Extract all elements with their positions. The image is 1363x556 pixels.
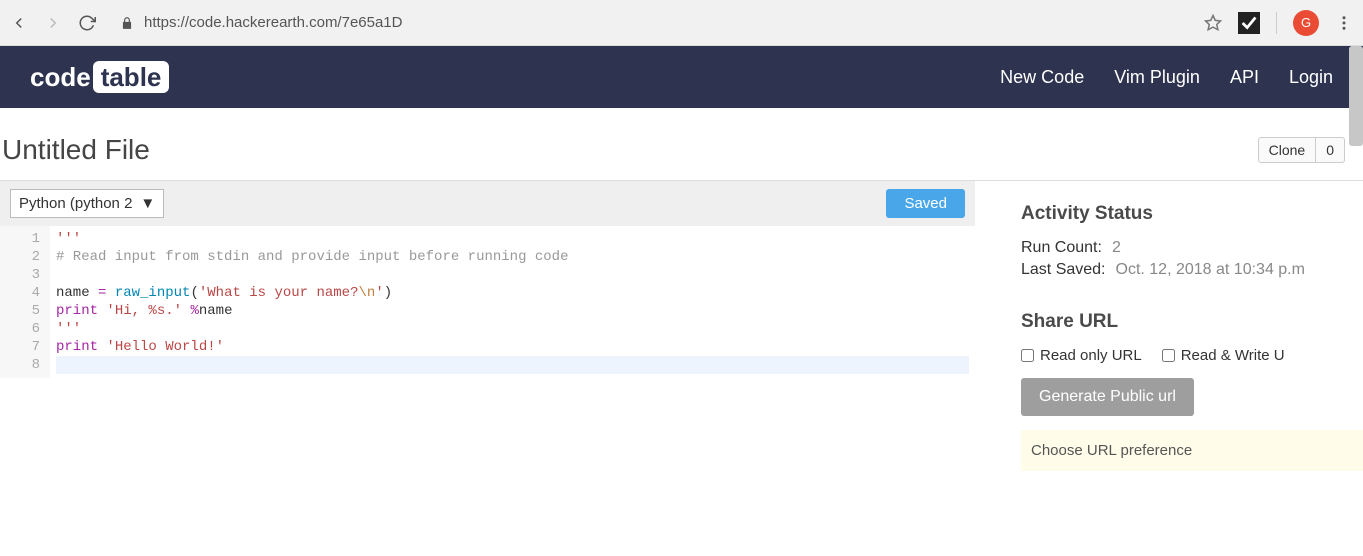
run-count-label: Run Count: xyxy=(1021,239,1102,257)
star-icon[interactable] xyxy=(1204,14,1222,32)
clone-button[interactable]: Clone 0 xyxy=(1258,137,1345,163)
share-heading: Share URL xyxy=(1021,311,1363,333)
logo-text-a: code xyxy=(30,62,91,92)
url-text: https://code.hackerearth.com/7e65a1D xyxy=(144,14,403,31)
browser-toolbar: https://code.hackerearth.com/7e65a1D G xyxy=(0,0,1363,46)
back-icon[interactable] xyxy=(10,14,28,32)
readwrite-label: Read & Write U xyxy=(1181,347,1285,364)
code-line[interactable]: print 'Hi, %s.' %name xyxy=(56,302,969,320)
line-number: 1 xyxy=(10,230,40,248)
line-gutter: 12345678 xyxy=(0,226,50,378)
divider xyxy=(1276,12,1277,34)
address-bar[interactable]: https://code.hackerearth.com/7e65a1D xyxy=(110,8,1190,38)
line-number: 6 xyxy=(10,320,40,338)
clone-count: 0 xyxy=(1315,138,1344,162)
readonly-option[interactable]: Read only URL xyxy=(1021,347,1142,364)
share-notice: Choose URL preference xyxy=(1021,430,1363,471)
code-line[interactable]: ''' xyxy=(56,320,969,338)
title-row: Untitled File Clone 0 xyxy=(0,108,1363,181)
line-number: 4 xyxy=(10,284,40,302)
profile-avatar[interactable]: G xyxy=(1293,10,1319,36)
saved-badge: Saved xyxy=(886,189,965,218)
last-saved-value: Oct. 12, 2018 at 10:34 p.m xyxy=(1116,261,1305,279)
nav-new-code[interactable]: New Code xyxy=(1000,67,1084,88)
menu-icon[interactable] xyxy=(1335,14,1353,32)
code-line[interactable] xyxy=(56,266,969,284)
line-number: 3 xyxy=(10,266,40,284)
editor-toolbar: Python (python 2 ▼ Saved xyxy=(0,181,975,226)
sidebar: Activity Status Run Count: 2 Last Saved:… xyxy=(975,181,1363,471)
header-nav: New Code Vim Plugin API Login xyxy=(1000,67,1333,88)
extension-icon[interactable] xyxy=(1238,12,1260,34)
code-area[interactable]: '''# Read input from stdin and provide i… xyxy=(50,226,975,378)
forward-icon[interactable] xyxy=(44,14,62,32)
logo-text-b: table xyxy=(93,61,170,93)
readwrite-checkbox[interactable] xyxy=(1162,349,1175,362)
file-title[interactable]: Untitled File xyxy=(2,134,150,166)
code-line[interactable]: name = raw_input('What is your name?\n') xyxy=(56,284,969,302)
line-number: 2 xyxy=(10,248,40,266)
app-header: codetable New Code Vim Plugin API Login xyxy=(0,46,1363,108)
readonly-checkbox[interactable] xyxy=(1021,349,1034,362)
language-select[interactable]: Python (python 2 ▼ xyxy=(10,189,164,218)
activity-heading: Activity Status xyxy=(1021,203,1363,225)
code-line[interactable] xyxy=(56,356,969,374)
code-editor[interactable]: 12345678 '''# Read input from stdin and … xyxy=(0,226,975,378)
chevron-down-icon: ▼ xyxy=(140,195,155,212)
line-number: 8 xyxy=(10,356,40,374)
viewport-scrollbar[interactable] xyxy=(1349,46,1363,146)
generate-url-button[interactable]: Generate Public url xyxy=(1021,378,1194,416)
language-label: Python (python 2 xyxy=(19,195,132,212)
last-saved-label: Last Saved: xyxy=(1021,261,1106,279)
readonly-label: Read only URL xyxy=(1040,347,1142,364)
code-line[interactable]: ''' xyxy=(56,230,969,248)
clone-label: Clone xyxy=(1259,138,1316,162)
line-number: 5 xyxy=(10,302,40,320)
logo[interactable]: codetable xyxy=(30,62,169,93)
reload-icon[interactable] xyxy=(78,14,96,32)
lock-icon xyxy=(120,16,134,30)
readwrite-option[interactable]: Read & Write U xyxy=(1162,347,1285,364)
nav-api[interactable]: API xyxy=(1230,67,1259,88)
code-line[interactable]: # Read input from stdin and provide inpu… xyxy=(56,248,969,266)
line-number: 7 xyxy=(10,338,40,356)
nav-login[interactable]: Login xyxy=(1289,67,1333,88)
nav-vim-plugin[interactable]: Vim Plugin xyxy=(1114,67,1200,88)
run-count-value: 2 xyxy=(1112,239,1121,257)
code-line[interactable]: print 'Hello World!' xyxy=(56,338,969,356)
